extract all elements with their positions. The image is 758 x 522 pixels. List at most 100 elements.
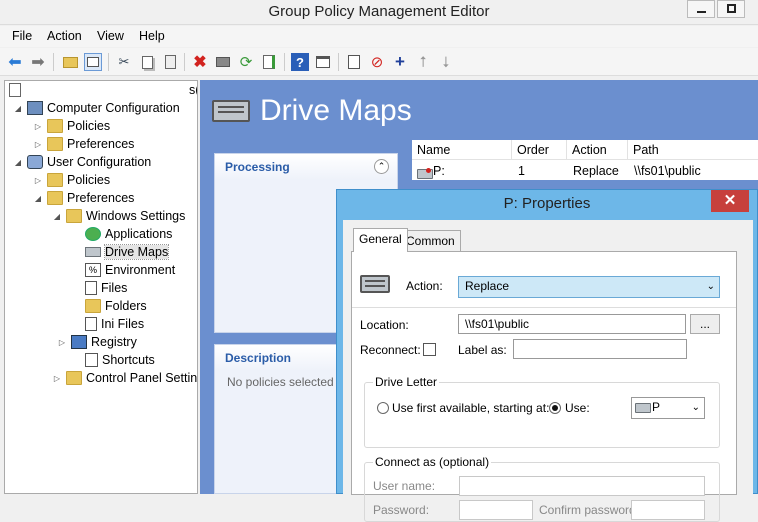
cut-icon[interactable]: ✂: [115, 53, 133, 71]
reconnect-checkbox[interactable]: [423, 343, 436, 356]
forward-icon[interactable]: ➡: [29, 53, 47, 71]
description-text: No policies selected: [227, 375, 334, 389]
tree-folders[interactable]: Folders: [71, 297, 147, 315]
expand-icon[interactable]: ▷: [52, 374, 62, 383]
connect-as-label: Connect as (optional): [373, 455, 492, 469]
environment-icon: %: [85, 263, 101, 277]
properties-icon[interactable]: [314, 53, 332, 71]
row-order: 1: [518, 164, 525, 178]
print-icon[interactable]: [214, 53, 232, 71]
help-icon[interactable]: ?: [291, 53, 309, 71]
drive-letter-label: Drive Letter: [373, 375, 440, 389]
password-label: Password:: [373, 503, 430, 517]
column-path[interactable]: Path: [628, 140, 758, 160]
collapse-icon[interactable]: ◢: [52, 212, 62, 221]
drive-letter-select[interactable]: P ⌄: [631, 397, 705, 419]
tree-user-configuration[interactable]: ◢ User Configuration: [13, 153, 151, 171]
label-as-input[interactable]: [513, 339, 687, 359]
expand-icon[interactable]: ▷: [33, 140, 43, 149]
tree-applications[interactable]: Applications: [71, 225, 172, 243]
action-select[interactable]: Replace ⌄: [458, 276, 720, 298]
export-list-icon[interactable]: [260, 53, 278, 71]
folder-icon: [47, 173, 63, 187]
folder-icon: [47, 137, 63, 151]
tree-uc-preferences[interactable]: ◢ Preferences: [33, 189, 134, 207]
move-down-icon[interactable]: ⭣: [437, 53, 455, 71]
menu-file[interactable]: File: [12, 29, 32, 43]
chevron-down-icon: ⌄: [691, 402, 700, 413]
label-as-label: Label as:: [458, 343, 507, 357]
policy-doc-icon: [9, 83, 21, 97]
stop-processing-icon[interactable]: ⊘: [368, 53, 386, 71]
tab-common[interactable]: Common: [400, 230, 461, 252]
delete-icon[interactable]: ✖: [191, 53, 209, 71]
menu-bar: File Action View Help: [0, 26, 758, 47]
properties-dialog: P: Properties ✕ General Common Action: R…: [336, 189, 758, 522]
processing-header: Processing: [215, 154, 397, 180]
expand-icon[interactable]: ▷: [33, 122, 43, 131]
refresh-icon[interactable]: ⟳: [237, 53, 255, 71]
location-label: Location:: [360, 318, 409, 332]
copy-icon[interactable]: [138, 53, 156, 71]
tree-computer-configuration[interactable]: ◢ Computer Configuration: [13, 99, 180, 117]
registry-icon: [71, 335, 87, 349]
console-tree: s( ◢ Computer Configuration ▷ Policies ▷…: [4, 80, 198, 494]
folder-icon: [47, 119, 63, 133]
computer-icon: [27, 101, 43, 115]
page-title: Drive Maps: [260, 94, 412, 127]
up-folder-icon[interactable]: [61, 53, 79, 71]
move-up-icon[interactable]: ⭡: [414, 53, 432, 71]
tree-files[interactable]: Files: [71, 279, 127, 297]
tree-registry[interactable]: ▷ Registry: [59, 333, 137, 351]
users-icon: [27, 155, 43, 169]
password-input[interactable]: [459, 500, 533, 520]
row-path: \\fs01\public: [634, 164, 701, 178]
location-input[interactable]: \\fs01\public: [458, 314, 686, 334]
tree-shortcuts[interactable]: Shortcuts: [71, 351, 155, 369]
use-first-available-label: Use first available, starting at:: [392, 401, 550, 415]
menu-help[interactable]: Help: [139, 29, 165, 43]
drive-letter-group: Drive Letter Use first available, starti…: [364, 375, 720, 448]
use-first-available-radio[interactable]: [377, 402, 389, 414]
menu-action[interactable]: Action: [47, 29, 82, 43]
paste-icon[interactable]: [161, 53, 179, 71]
collapse-panel-icon[interactable]: ⌃: [374, 159, 389, 174]
folder-open-icon: [66, 209, 82, 223]
dialog-close-button[interactable]: ✕: [711, 190, 749, 212]
column-name[interactable]: Name: [412, 140, 512, 160]
menu-view[interactable]: View: [97, 29, 124, 43]
confirm-password-input[interactable]: [631, 500, 705, 520]
minimize-button[interactable]: [687, 0, 715, 18]
collapse-icon[interactable]: ◢: [33, 194, 43, 203]
show-hide-tree-icon[interactable]: [84, 53, 102, 71]
maximize-button[interactable]: [717, 0, 745, 18]
tree-ini-files[interactable]: Ini Files: [71, 315, 144, 333]
back-icon[interactable]: ⬅: [6, 53, 24, 71]
window-title: Group Policy Management Editor: [268, 3, 490, 20]
row-name: P:: [433, 164, 445, 178]
add-icon[interactable]: +: [391, 52, 409, 71]
username-input[interactable]: [459, 476, 705, 496]
column-order[interactable]: Order: [512, 140, 567, 160]
collapse-icon[interactable]: ◢: [13, 104, 23, 113]
username-label: User name:: [373, 479, 436, 493]
tree-root[interactable]: s(: [9, 81, 197, 99]
expand-icon[interactable]: ▷: [33, 176, 43, 185]
tree-cc-preferences[interactable]: ▷ Preferences: [33, 135, 134, 153]
tree-uc-policies[interactable]: ▷ Policies: [33, 171, 110, 189]
collapse-icon[interactable]: ◢: [13, 158, 23, 167]
expand-icon[interactable]: ▷: [57, 338, 67, 347]
column-action[interactable]: Action: [567, 140, 628, 160]
tree-drive-maps[interactable]: Drive Maps: [71, 243, 170, 261]
tree-cc-policies[interactable]: ▷ Policies: [33, 117, 110, 135]
tab-general[interactable]: General: [353, 228, 408, 252]
use-radio[interactable]: [549, 402, 561, 414]
browse-button[interactable]: ...: [690, 314, 720, 334]
action-label: Action:: [406, 279, 443, 293]
tree-environment[interactable]: % Environment: [71, 261, 175, 279]
tree-control-panel-settings[interactable]: ▷ Control Panel Setting: [52, 369, 197, 387]
new-item-icon[interactable]: [345, 53, 363, 71]
tree-windows-settings[interactable]: ◢ Windows Settings: [52, 207, 185, 225]
toolbar: ⬅ ➡ ✂ ✖ ⟳ ? ⊘ + ⭡ ⭣: [0, 48, 758, 76]
drive-maps-header-icon: [212, 100, 250, 122]
